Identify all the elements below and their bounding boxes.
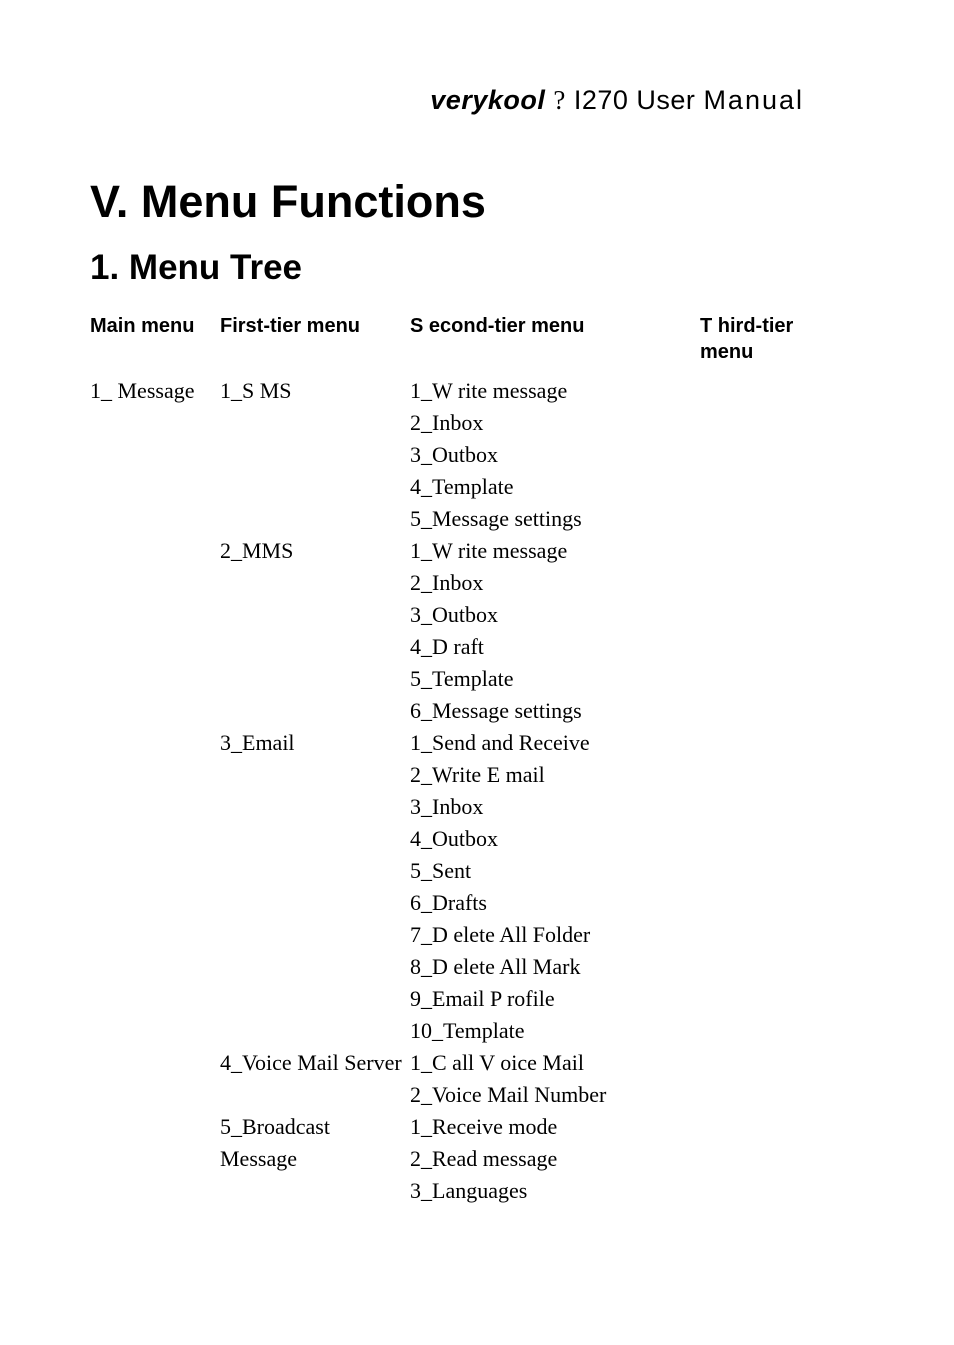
question-mark: ?	[553, 85, 565, 115]
second-tier-item: 2_Inbox	[410, 407, 700, 439]
second-tier-item: 7_D elete All Folder	[410, 919, 700, 951]
second-tier-item: 3_Inbox	[410, 791, 700, 823]
column-second-tier: S econd-tier menu 1_W rite message 2_Inb…	[410, 313, 700, 1207]
page-header: verykool ? I270 User Manual	[90, 85, 864, 116]
second-tier-item: 8_D elete All Mark	[410, 951, 700, 983]
column-third-tier: T hird-tier menu	[700, 313, 850, 1207]
second-tier-item: 3_Languages	[410, 1175, 700, 1207]
second-tier-item: 6_Message settings	[410, 695, 700, 727]
first-tier-voice-mail: 4_Voice Mail Server	[220, 1047, 410, 1079]
section-title: 1. Menu Tree	[90, 248, 864, 288]
head-main-menu: Main menu	[90, 313, 220, 369]
column-main-menu: Main menu 1_ Message	[90, 313, 220, 1207]
page-title: V. Menu Functions	[90, 176, 864, 228]
column-first-tier: First-tier menu 1_S MS 2_MMS 3_Email 4_V…	[220, 313, 410, 1207]
second-tier-item: 1_W rite message	[410, 535, 700, 567]
first-tier-sms: 1_S MS	[220, 375, 410, 407]
second-tier-item: 10_Template	[410, 1015, 700, 1047]
second-tier-item: 4_Outbox	[410, 823, 700, 855]
first-tier-broadcast: 5_Broadcast Message	[220, 1111, 410, 1175]
manual-label: Manual	[703, 85, 804, 115]
second-tier-item: 5_Sent	[410, 855, 700, 887]
second-tier-item: 2_Inbox	[410, 567, 700, 599]
brand-name: verykool	[430, 85, 545, 115]
second-tier-item: 2_Write E mail	[410, 759, 700, 791]
second-tier-item: 6_Drafts	[410, 887, 700, 919]
main-menu-item: 1_ Message	[90, 375, 220, 407]
head-second-tier: S econd-tier menu	[410, 313, 700, 369]
model-name: I270 User	[574, 85, 696, 115]
second-tier-item: 2_Read message	[410, 1143, 700, 1175]
second-tier-item: 1_Receive mode	[410, 1111, 700, 1143]
second-tier-item: 1_Send and Receive	[410, 727, 700, 759]
second-tier-item: 1_C all V oice Mail	[410, 1047, 700, 1079]
second-tier-item: 5_Message settings	[410, 503, 700, 535]
head-first-tier: First-tier menu	[220, 313, 410, 369]
second-tier-item: 1_W rite message	[410, 375, 700, 407]
second-tier-item: 4_Template	[410, 471, 700, 503]
second-tier-item: 5_Template	[410, 663, 700, 695]
first-tier-mms: 2_MMS	[220, 535, 410, 567]
second-tier-item: 2_Voice Mail Number	[410, 1079, 700, 1111]
menu-tree-table: Main menu 1_ Message First-tier menu 1_S…	[90, 313, 864, 1207]
second-tier-item: 4_D raft	[410, 631, 700, 663]
second-tier-item: 3_Outbox	[410, 599, 700, 631]
head-third-tier: T hird-tier menu	[700, 313, 850, 369]
second-tier-item: 9_Email P rofile	[410, 983, 700, 1015]
first-tier-email: 3_Email	[220, 727, 410, 759]
second-tier-item: 3_Outbox	[410, 439, 700, 471]
